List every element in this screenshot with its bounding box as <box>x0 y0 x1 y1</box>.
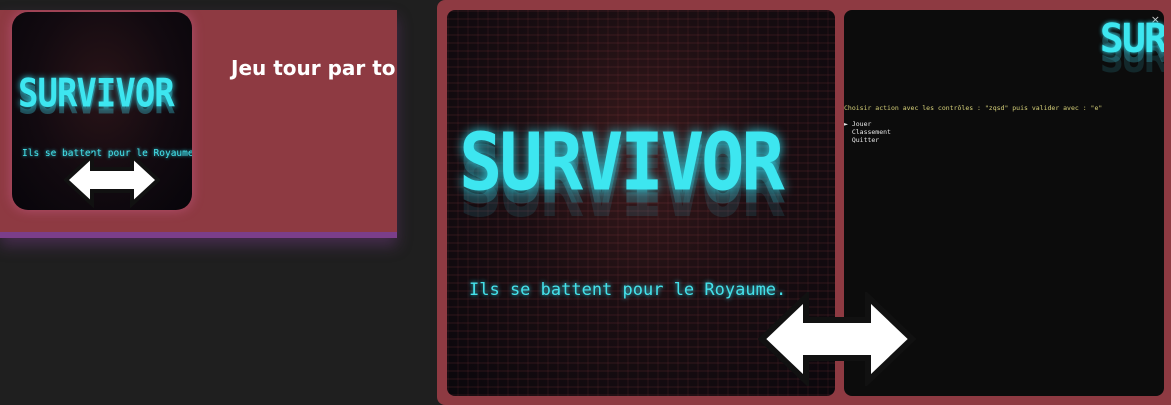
menu-item-classement[interactable]: Classement <box>844 128 891 136</box>
double-arrow-icon <box>64 152 160 208</box>
console-logo: SUR <box>1099 16 1164 62</box>
console-prompt: Choisir action avec les contrôles : "zqs… <box>844 104 1103 112</box>
double-arrow-icon <box>758 292 916 386</box>
console-menu: ► Jouer Classement Quitter <box>844 120 891 144</box>
card-thumbnail[interactable]: SURVIVOR Ils se battent pour le Royaume <box>12 12 192 210</box>
game-logo: SURVIVOR <box>459 115 785 209</box>
card-title[interactable]: Jeu tour par to <box>231 56 396 80</box>
menu-item-jouer[interactable]: ► Jouer <box>844 120 891 128</box>
project-card[interactable]: SURVIVOR Ils se battent pour le Royaume … <box>0 10 397 238</box>
game-tagline: Ils se battent pour le Royaume. <box>469 280 787 300</box>
menu-item-quitter[interactable]: Quitter <box>844 136 891 144</box>
thumbnail-logo: SURVIVOR <box>18 71 175 117</box>
